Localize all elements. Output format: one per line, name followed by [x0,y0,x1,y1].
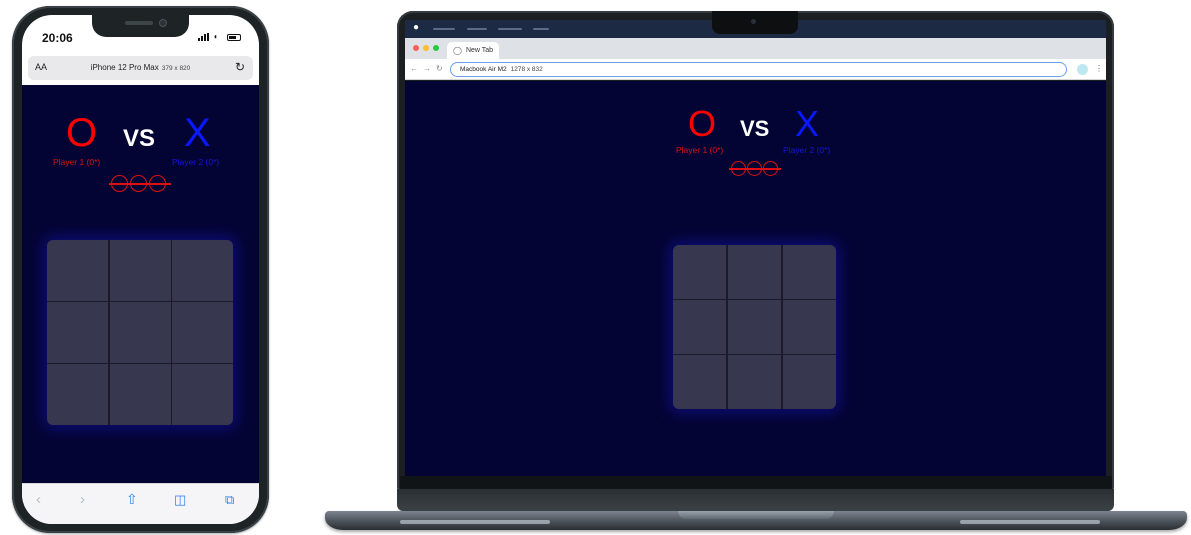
address-dims: 1278 x 832 [510,66,543,73]
player2-label: Player 2 (0*) [783,145,831,155]
back-icon[interactable]: ← [410,64,418,73]
board-cell[interactable] [782,300,836,354]
profile-avatar[interactable] [1077,64,1088,75]
status-time: 20:06 [42,31,73,45]
board-cell[interactable] [109,240,171,301]
tab-title: New Tab [465,47,494,54]
reload-icon[interactable]: ↻ [436,64,443,73]
browser-tab[interactable]: ◯ New Tab [447,42,499,59]
battery-icon [227,33,241,41]
board-cell[interactable] [673,245,727,299]
player2-symbol: X [184,111,211,155]
menu-placeholder[interactable] [533,28,549,30]
phone-address-bar[interactable]: AA iPhone 12 Pro Max 379 x 820 ↻ [28,56,253,80]
laptop-game-view: O VS X Player 1 (0*) Player 2 (0*) [405,81,1106,476]
score-strike-line [109,183,171,185]
address-bar[interactable]: Macbook Air M2 1278 x 832 [450,62,1067,77]
score-indicator [729,161,781,176]
board-cell[interactable] [172,364,233,425]
board-cell[interactable] [172,302,233,363]
phone-screen: 20:06 ◖ AA iPhone 12 Pro Max 379 x 820 ↻ … [22,15,259,524]
bookmarks-icon[interactable]: ◫ [174,492,186,507]
globe-icon: ◯ [453,46,462,55]
camera-icon [159,19,167,27]
forward-icon[interactable]: → [423,64,431,73]
menu-placeholder[interactable] [498,28,522,30]
player1-label: Player 1 (0*) [676,145,724,155]
menu-placeholder[interactable] [467,28,487,30]
board-cell[interactable] [727,355,782,409]
browser-toolbar: ← → ↻ Macbook Air M2 1278 x 832 ⋮ [405,59,1106,80]
board-cell[interactable] [782,245,836,299]
laptop-bezel-bottom [400,476,1112,490]
close-window-icon[interactable] [413,45,419,51]
menu-placeholder[interactable] [433,28,455,30]
board-cell[interactable] [109,364,171,425]
board-cell[interactable] [47,302,108,363]
phone-game-view: O VS X Player 1 (0*) Player 2 (0*) [22,85,259,483]
laptop-opening-notch [678,511,834,519]
board-cell[interactable] [782,355,836,409]
apple-icon[interactable]: ● [413,22,419,33]
laptop-hinge [397,489,1114,511]
score-strike-line [729,168,781,170]
board-cell[interactable] [673,355,727,409]
board-cell[interactable] [47,364,108,425]
player2-symbol: X [795,103,820,144]
status-icons: ◖ [198,33,241,41]
board-cell[interactable] [47,240,108,301]
share-icon[interactable]: ⇧ [126,492,138,507]
board-cell[interactable] [727,245,782,299]
player1-symbol: O [66,111,98,155]
laptop-base-highlight [960,520,1100,524]
board-cell[interactable] [172,240,233,301]
board-cell[interactable] [673,300,727,354]
player2-label: Player 2 (0*) [172,157,220,167]
address-device: Macbook Air M2 [460,66,507,73]
forward-icon[interactable]: › [80,492,85,507]
reload-icon[interactable]: ↻ [235,60,245,74]
tabs-icon[interactable]: ⧉ [225,492,234,507]
laptop-base-highlight [400,520,550,524]
wifi-icon: ◖ [213,32,218,41]
speaker-icon [125,21,153,25]
score-indicator [109,175,171,192]
minimize-window-icon[interactable] [423,45,429,51]
browser-tab-strip: ◯ New Tab [405,38,1106,59]
game-board [673,245,836,409]
kebab-menu-icon[interactable]: ⋮ [1095,64,1103,73]
game-board [47,240,233,425]
phone-safari-toolbar: ‹ › ⇧ ◫ ⧉ [22,483,259,524]
vs-text: VS [123,125,156,152]
camera-icon [751,19,756,24]
board-cell[interactable] [109,302,171,363]
phone-notch [92,15,189,37]
player1-symbol: O [688,103,717,144]
phone-mockup: 20:06 ◖ AA iPhone 12 Pro Max 379 x 820 ↻ … [12,6,269,533]
board-cell[interactable] [727,300,782,354]
device-dims: 379 x 820 [161,65,191,72]
maximize-window-icon[interactable] [433,45,439,51]
phone-device-label: iPhone 12 Pro Max 379 x 820 [28,63,253,72]
device-name: iPhone 12 Pro Max [90,63,159,72]
signal-icon [198,33,209,41]
vs-text: VS [740,116,770,141]
laptop-notch [712,11,798,34]
back-icon[interactable]: ‹ [36,492,41,507]
player1-label: Player 1 (0*) [53,157,101,167]
